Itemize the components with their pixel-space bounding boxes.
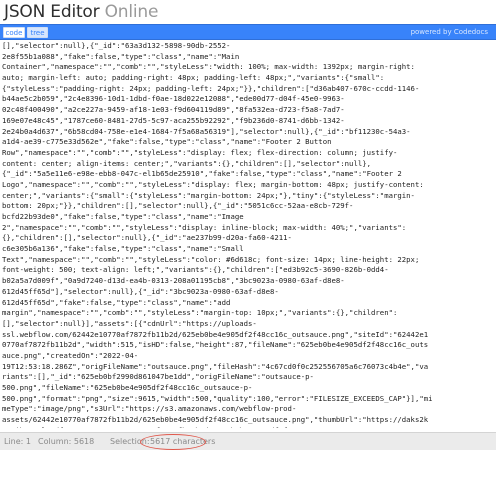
code-line: 612d45ff65d","fake":false,"type":"class"… <box>2 297 231 307</box>
status-line: Line: 1 <box>4 437 31 446</box>
code-line: [],"selector":null},{"_id":"63a3d132-589… <box>2 41 231 50</box>
code-line: Container","namespace":"","comb":"","sty… <box>2 62 415 72</box>
code-line: ssl.webflow.com/62442e10770af7872fb11b2d… <box>2 329 429 339</box>
code-line: 02c48f400490","a2ce227a-9459-af18-1e03-f… <box>2 105 345 115</box>
status-column: Column: 5618 <box>38 437 95 446</box>
code-line: riants":[],"_id":"625eb0bf2990d861047be1… <box>2 372 314 382</box>
editor-toolbar: code tree powered by Codedocs <box>0 24 496 40</box>
code-line: a1d4-ae39-c775e33d562e","fake":false,"ty… <box>2 137 332 147</box>
page-bottom <box>0 450 496 488</box>
code-line: [],"selector":null}],"assets":[{"cdnUrl"… <box>2 318 257 328</box>
mode-tree-button[interactable]: tree <box>27 27 48 38</box>
app-header: JSON Editor Online <box>0 0 496 24</box>
code-line: center;","variants":{"small":{"styleLess… <box>2 190 415 200</box>
code-line: bottom: 20px;"}},"children":[],"selector… <box>2 201 354 211</box>
code-line: margin","namespace":"","comb":"","styleL… <box>2 308 398 318</box>
code-line: c6e305b6a136","fake":false,"type":"class… <box>2 244 244 254</box>
code-line: 500.png","format":"png","size":9615,"wid… <box>2 393 433 403</box>
code-line: auce.png","createdOn":"2022-04- <box>2 350 139 360</box>
code-line: Text","namespace":"","comb":"","styleLes… <box>2 254 420 264</box>
code-line: Logo","namespace":"","comb":"","styleLes… <box>2 179 424 189</box>
code-line: 0770af7872fb11b2d","width":515,"isHD":fa… <box>2 340 429 350</box>
code-line: {},"children":[],"selector":null},{"_id"… <box>2 233 292 243</box>
code-line: 500.png","fileName":"625eb0be4e905df2f48… <box>2 383 253 392</box>
code-line: 19T12:53:18.286Z","origFileName":"outsau… <box>2 361 429 371</box>
code-text[interactable]: [],"selector":null},{"_id":"63a3d132-589… <box>2 41 492 428</box>
app-title: JSON Editor Online <box>4 2 158 22</box>
mode-code-button[interactable]: code <box>3 27 25 38</box>
app-title-main: JSON Editor <box>4 2 100 22</box>
code-line: 3a4ib2z.cloudfront.net/62442e10770af7872… <box>2 426 492 428</box>
code-line: bcfd22b93de0","fake":false,"type":"class… <box>2 212 244 221</box>
code-line: meType":"image/png","s3Url":"https://s3.… <box>2 404 297 414</box>
code-line: 2e8f55b1a088","fake":false,"type":"class… <box>2 51 240 61</box>
code-line: 2e24b0a4d637","6b58cd04-758e-e1e4-1684-7… <box>2 126 411 136</box>
code-line: auto; margin-left: auto; padding-right: … <box>2 73 385 83</box>
status-bar: Line: 1 Column: 5618 Selection: 5617 cha… <box>0 432 496 450</box>
code-line: content: center; align-items: center;","… <box>2 158 372 168</box>
code-line: Row","namespace":"","comb":"","styleLess… <box>2 147 398 157</box>
highlight-circle-annotation <box>140 434 206 450</box>
code-line: {"_id":"5a5e11e6-e98e-ebb8-047c-el1b65de… <box>2 169 402 179</box>
code-line: 612d45ff65d"],"selector":null},{"_id":"3… <box>2 286 279 296</box>
code-line: font-weight: 500; text-align: left;","va… <box>2 265 389 275</box>
code-line: b44ae5c2b059","2c4e8396-10d1-1dbd-f0ae-1… <box>2 94 345 104</box>
code-editor[interactable]: [],"selector":null},{"_id":"63a3d132-589… <box>0 40 496 428</box>
code-line: 2","namespace":"","comb":"","styleLess":… <box>2 222 407 232</box>
app-title-light: Online <box>99 2 159 22</box>
code-line: b02a5a7d009f","0a9d7240-d13d-ea4b-0313-2… <box>2 276 345 286</box>
code-line: {"styleLess":"padding-right: 24px; paddi… <box>2 83 420 93</box>
code-line: assets/62442e10770af7872fb11b2d/625eb0be… <box>2 415 429 425</box>
code-line: 169e07e48c45","1787ce60-8481-27d5-5c97-a… <box>2 115 345 125</box>
powered-by-label: powered by Codedocs <box>410 28 488 36</box>
